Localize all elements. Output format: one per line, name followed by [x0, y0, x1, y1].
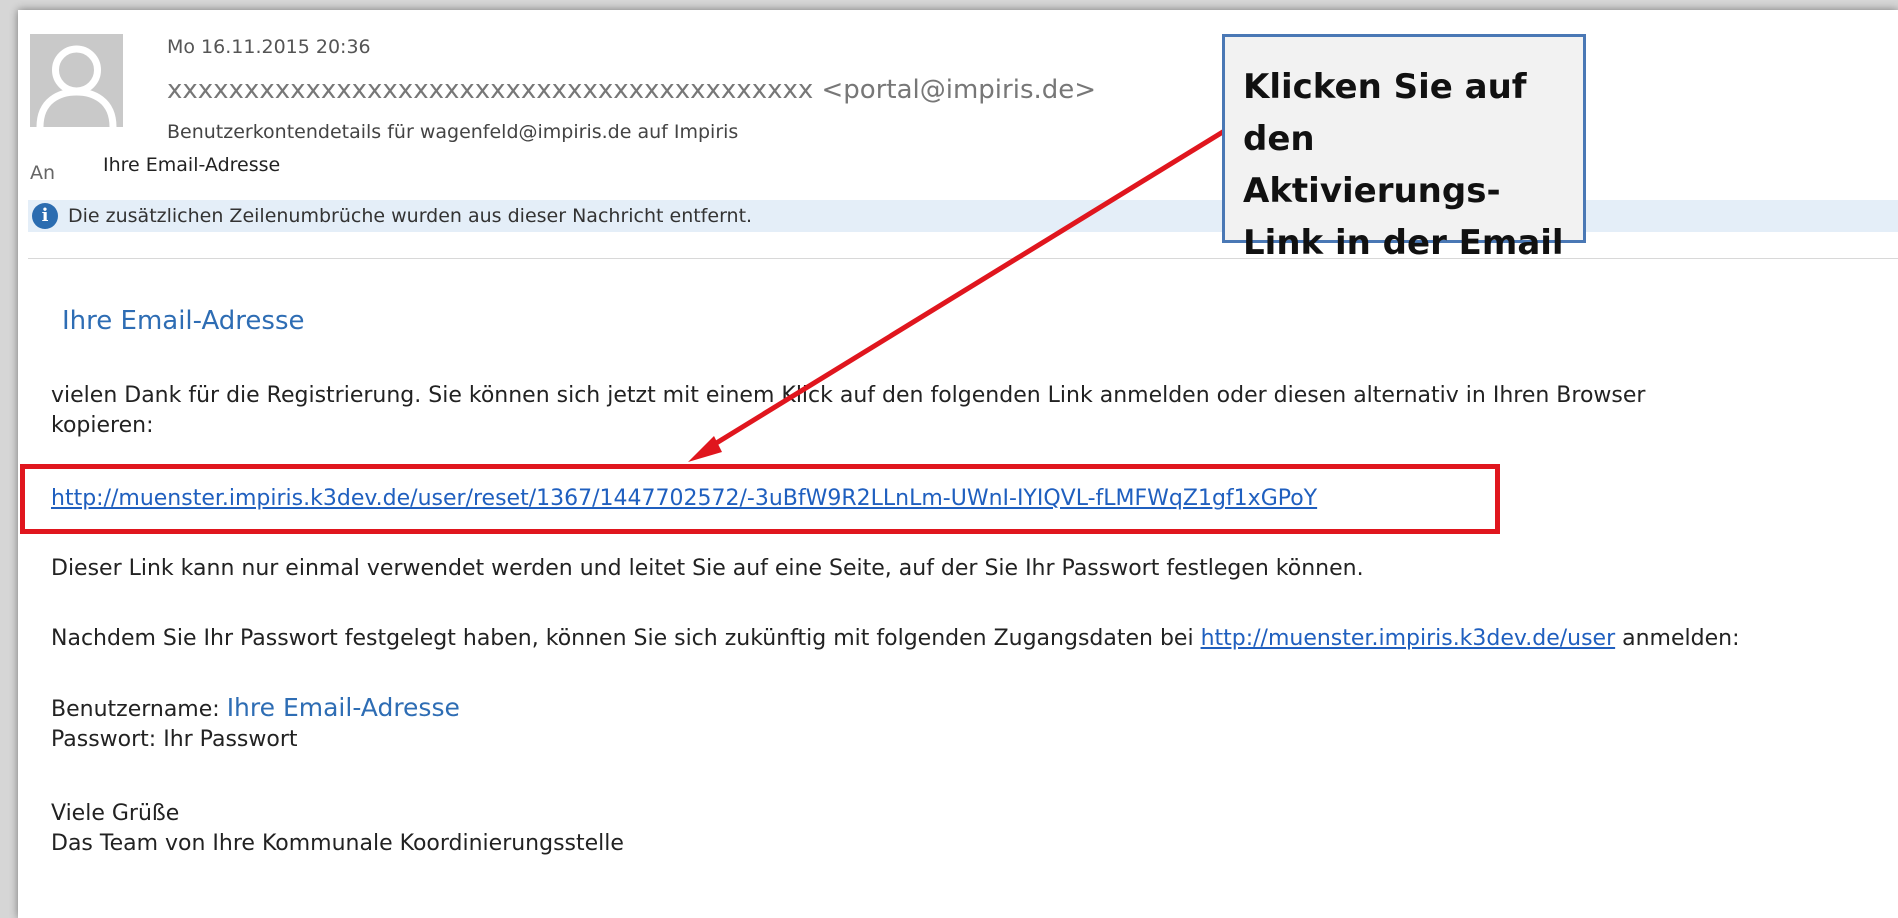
intro-line-2: kopieren: — [51, 413, 154, 438]
info-bar: i Die zusätzlichen Zeilenumbrüche wurden… — [28, 200, 1898, 232]
email-date: Mo 16.11.2015 20:36 — [167, 36, 371, 58]
password-line: Passwort: Ihr Passwort — [51, 727, 298, 752]
email-closing: Viele Grüße Das Team von Ihre Kommunale … — [51, 799, 624, 859]
person-icon — [30, 34, 123, 127]
instruction-callout: Klicken Sie auf den Aktivierungs- Link i… — [1222, 34, 1586, 263]
email-paragraph-login: Nachdem Sie Ihr Passwort festgelegt habe… — [51, 624, 1739, 654]
to-label: An — [30, 162, 56, 184]
email-sender[interactable]: xxxxxxxxxxxxxxxxxxxxxxxxxxxxxxxxxxxxxxxx… — [167, 75, 1096, 105]
callout-line-3: Link in der Email — [1243, 223, 1564, 263]
link-highlight-box — [20, 464, 1500, 534]
login-link[interactable]: http://muenster.impiris.k3dev.de/user — [1201, 626, 1616, 651]
callout-line-1: Klicken Sie auf — [1243, 67, 1527, 107]
callout-line-2: den Aktivierungs- — [1243, 119, 1501, 211]
to-recipient[interactable]: Ihre Email-Adresse — [103, 154, 280, 176]
header-divider — [28, 258, 1898, 259]
sender-email: <portal@impiris.de> — [821, 75, 1097, 105]
username-line: Benutzername: Ihre Email-Adresse — [51, 693, 460, 725]
intro-line-1: vielen Dank für die Registrierung. Sie k… — [51, 383, 1646, 408]
closing-line-1: Viele Grüße — [51, 801, 180, 826]
info-icon: i — [32, 203, 58, 229]
login-text-before: Nachdem Sie Ihr Passwort festgelegt habe… — [51, 626, 1201, 651]
sender-name: xxxxxxxxxxxxxxxxxxxxxxxxxxxxxxxxxxxxxxxx… — [167, 75, 814, 105]
username-label: Benutzername: — [51, 697, 227, 722]
email-credentials: Benutzername: Ihre Email-Adresse Passwor… — [51, 693, 460, 755]
login-text-after: anmelden: — [1615, 626, 1740, 651]
email-subject: Benutzerkontendetails für wagenfeld@impi… — [167, 121, 739, 143]
email-paragraph-intro: vielen Dank für die Registrierung. Sie k… — [51, 381, 1645, 441]
email-greeting: Ihre Email-Adresse — [62, 306, 305, 336]
closing-line-2: Das Team von Ihre Kommunale Koordinierun… — [51, 831, 624, 856]
sender-avatar — [30, 34, 123, 127]
info-bar-text: Die zusätzlichen Zeilenumbrüche wurden a… — [68, 205, 753, 227]
username-value: Ihre Email-Adresse — [226, 693, 460, 722]
email-paragraph-link-info: Dieser Link kann nur einmal verwendet we… — [51, 556, 1364, 581]
